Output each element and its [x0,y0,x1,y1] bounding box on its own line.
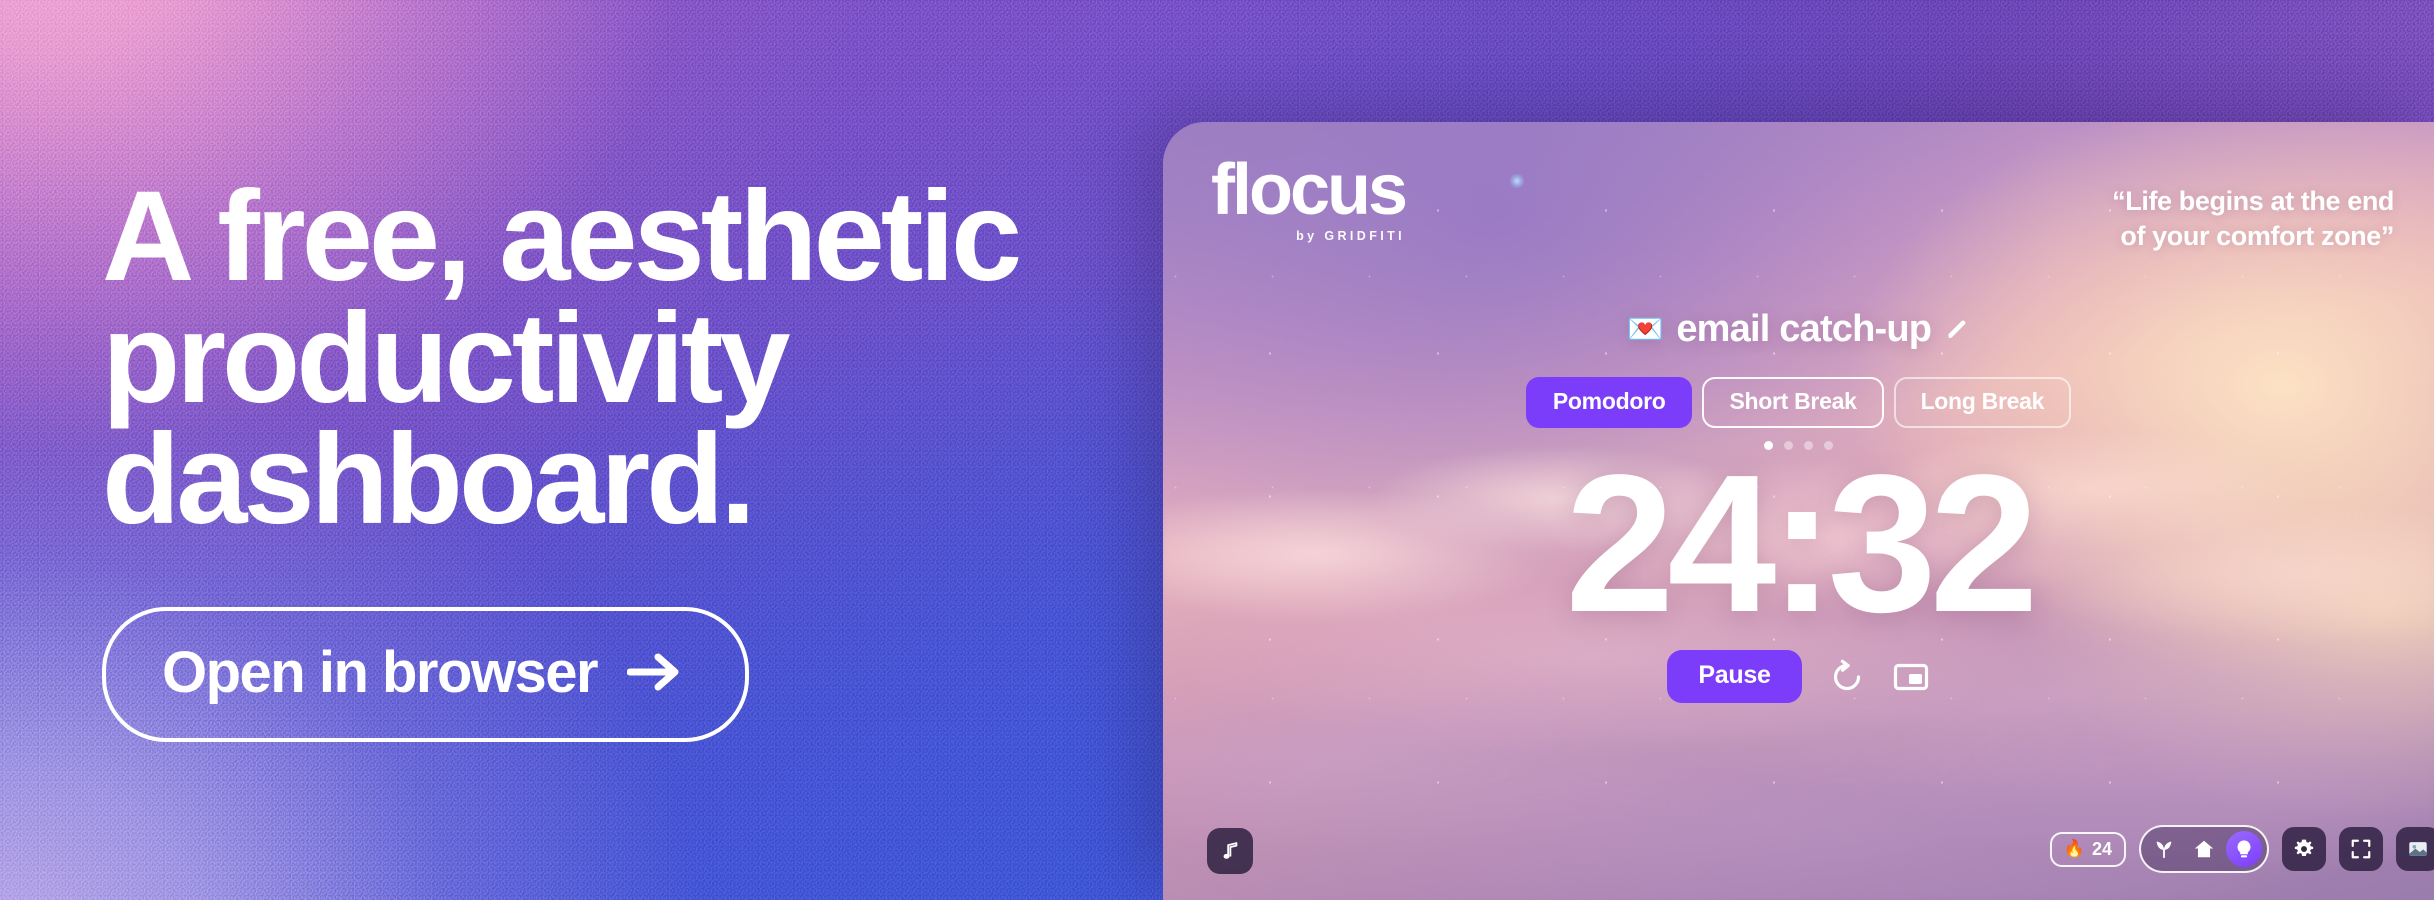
pencil-icon[interactable] [1944,317,1970,343]
page-title: A free, aesthetic productivity dashboard… [102,165,1022,552]
fire-emoji: 🔥 [2063,839,2085,858]
streak-badge[interactable]: 🔥 24 [2049,831,2126,867]
ambience-mode-switcher [2139,825,2269,873]
open-in-browser-button[interactable]: Open in browser [102,606,750,742]
timer-controls: Pause [1667,650,1930,704]
dashboard-toolbar: 🔥 24 [2049,825,2434,873]
fullscreen-button[interactable] [2339,827,2383,871]
leaf-icon-button[interactable] [2146,831,2182,867]
arrow-right-icon [627,653,679,691]
reset-circular-arrow-icon[interactable] [1828,658,1866,696]
open-in-browser-label: Open in browser [162,639,599,705]
gear-icon [2294,839,2314,857]
motivational-quote: “Life begins at the end of your comfort … [2112,186,2394,252]
lightbulb-icon-button[interactable] [2226,831,2262,867]
settings-button[interactable] [2282,827,2326,871]
wallpaper-button[interactable] [2396,827,2434,871]
home-icon-button[interactable] [2186,831,2222,867]
tab-pomodoro[interactable]: Pomodoro [1525,377,1693,428]
timer-column: 💌 email catch-up Pomodoro Short Break Lo… [1163,308,2434,704]
fullscreen-icon [2351,839,2371,859]
leaf-icon [2156,841,2172,859]
home-icon [2194,840,2214,858]
streak-count: 24 [2091,838,2112,859]
wallpaper-image-icon [2409,842,2427,856]
current-task: 💌 email catch-up [1627,308,1970,351]
tab-short-break[interactable]: Short Break [1702,377,1884,428]
lens-glow-dot [1510,174,1524,188]
picture-in-picture-icon[interactable] [1892,658,1930,696]
tab-long-break[interactable]: Long Break [1893,377,2072,428]
hero-section: A free, aesthetic productivity dashboard… [102,165,1142,742]
music-note-icon [1223,842,1238,859]
logo-byline: by GRIDFITI [1296,229,1406,243]
flocus-logo[interactable]: flocus by GRIDFITI [1211,150,1408,243]
timer-display: 24:32 [1565,434,2038,653]
flocus-dashboard-panel: flocus by GRIDFITI “Life begins at the e… [1163,122,2434,900]
love-letter-emoji: 💌 [1626,312,1664,346]
logo-wordmark: flocus [1211,150,1408,230]
current-task-title: email catch-up [1676,308,1932,350]
music-player-button[interactable] [1207,828,1253,874]
pause-button[interactable]: Pause [1667,650,1802,704]
lightbulb-icon [2237,840,2251,858]
mode-tabs: Pomodoro Short Break Long Break [1525,377,2072,428]
